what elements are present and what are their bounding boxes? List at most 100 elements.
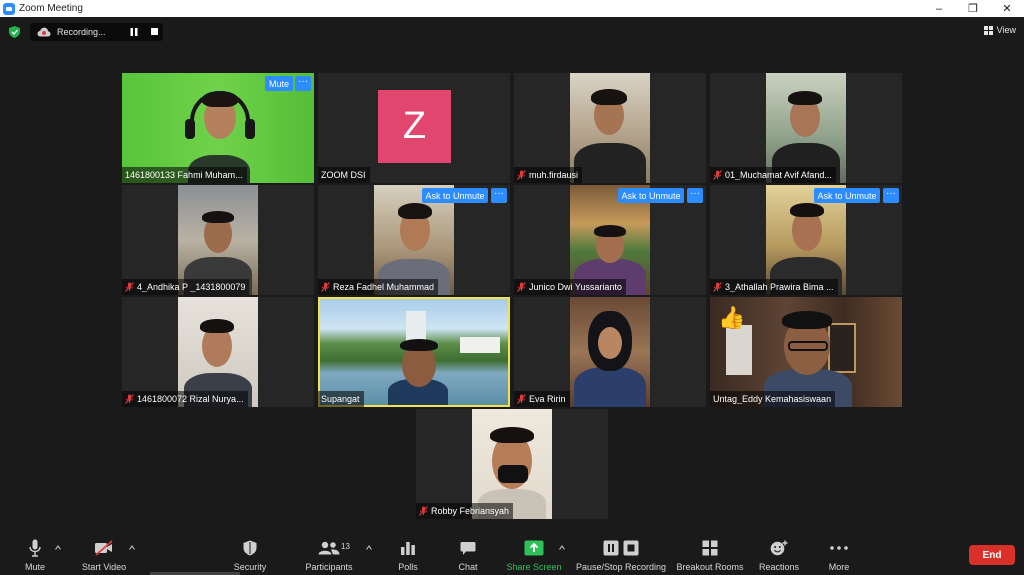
mute-options-chevron-icon[interactable] [55, 545, 61, 550]
participant-name: 4_Andhika P _1431800079 [137, 282, 246, 292]
share-options-chevron-icon[interactable] [559, 545, 565, 550]
mute-participant-button[interactable]: Mute [265, 76, 293, 91]
more-button[interactable]: More [822, 530, 856, 575]
video-tile-supangat[interactable]: Supangat [318, 297, 510, 407]
video-tile-eddy[interactable]: 👍 Untag_Eddy Kemahasiswaan [710, 297, 902, 407]
participants-label: Participants [305, 562, 353, 572]
ask-to-unmute-button[interactable]: Ask to Unmute [618, 188, 684, 203]
chat-button[interactable]: Chat [452, 530, 484, 575]
shield-check-icon[interactable] [9, 26, 20, 38]
view-button[interactable]: View [983, 25, 1016, 35]
muted-mic-icon [517, 282, 526, 292]
chat-label: Chat [458, 562, 478, 572]
pause-recording-icon[interactable] [130, 28, 138, 36]
window-title: Zoom Meeting [19, 3, 83, 14]
grid-rooms-icon [702, 540, 718, 556]
security-label: Security [233, 562, 267, 572]
minimize-icon[interactable]: – [922, 0, 956, 17]
participant-name: 1461800072 Rizal Nurya... [137, 394, 244, 404]
video-tile-zoom-dsi[interactable]: Z ZOOM DSI [318, 73, 510, 183]
bar-chart-icon [401, 542, 415, 555]
video-tile-reza[interactable]: Ask to Unmute ··· Reza Fadhel Muhammad [318, 185, 510, 295]
more-options-button[interactable]: ··· [491, 188, 507, 203]
video-tile-firdausi[interactable]: muh.firdausi [514, 73, 706, 183]
participants-count-badge: 13 [341, 542, 350, 551]
restore-icon[interactable]: ❐ [956, 0, 990, 17]
participant-name: muh.firdausi [529, 170, 579, 180]
name-tag: 4_Andhika P _1431800079 [122, 279, 250, 295]
video-tile-muchamat[interactable]: 01_Muchamat Avif Afand... [710, 73, 902, 183]
share-screen-icon [524, 540, 544, 556]
grid-view-icon [983, 25, 993, 35]
participant-name: Eva Ririn [529, 394, 566, 404]
video-tile-robby[interactable]: Robby Febriansyah [416, 409, 608, 519]
share-screen-label: Share Screen [506, 562, 562, 572]
participant-video [320, 299, 508, 405]
name-tag: 1461800133 Fahmi Muham... [122, 167, 247, 183]
ask-to-unmute-button[interactable]: Ask to Unmute [814, 188, 880, 203]
participant-name: ZOOM DSI [321, 170, 366, 180]
ellipsis-icon [830, 546, 848, 550]
name-tag: Supangat [318, 391, 364, 407]
window-titlebar: Zoom Meeting – ❐ ✕ [0, 0, 1024, 17]
participant-name: Untag_Eddy Kemahasiswaan [713, 394, 832, 404]
video-off-icon [95, 540, 113, 556]
name-tag: 01_Muchamat Avif Afand... [710, 167, 836, 183]
muted-mic-icon [321, 282, 330, 292]
cloud-recording-icon [37, 27, 51, 37]
ask-to-unmute-button[interactable]: Ask to Unmute [422, 188, 488, 203]
name-tag: Robby Febriansyah [416, 503, 514, 519]
name-tag: Junico Dwi Yussarianto [514, 279, 626, 295]
video-tile-fahmi[interactable]: Mute ··· 1461800133 Fahmi Muham... [122, 73, 314, 183]
zoom-app-icon [3, 2, 15, 15]
participant-name: Robby Febriansyah [431, 506, 510, 516]
security-button[interactable]: Security [228, 530, 272, 575]
avatar: Z [378, 90, 451, 163]
mute-button[interactable]: Mute [16, 530, 54, 575]
participant-name: 1461800133 Fahmi Muham... [125, 170, 243, 180]
participant-name: 01_Muchamat Avif Afand... [725, 170, 832, 180]
chat-bubble-icon [460, 541, 476, 555]
breakout-rooms-button[interactable]: Breakout Rooms [676, 530, 744, 575]
name-tag: Untag_Eddy Kemahasiswaan [710, 391, 836, 407]
meeting-toolbar: Mute Start Video Security Participants 1… [0, 530, 1024, 575]
name-tag: Reza Fadhel Muhammad [318, 279, 439, 295]
start-video-label: Start Video [81, 562, 127, 572]
emoji-add-icon [770, 540, 788, 556]
start-video-button[interactable]: Start Video [78, 530, 130, 575]
video-tile-rizal[interactable]: 1461800072 Rizal Nurya... [122, 297, 314, 407]
microphone-icon [29, 539, 41, 557]
stop-recording-icon[interactable] [151, 28, 158, 35]
breakout-rooms-label: Breakout Rooms [676, 562, 744, 572]
participants-options-chevron-icon[interactable] [366, 545, 372, 550]
shield-icon [243, 540, 257, 556]
meeting-topbar: Recording... View [0, 17, 1024, 47]
video-tile-eva[interactable]: Eva Ririn [514, 297, 706, 407]
polls-button[interactable]: Polls [392, 530, 424, 575]
participant-name: Reza Fadhel Muhammad [333, 282, 435, 292]
video-tile-junico[interactable]: Ask to Unmute ··· Junico Dwi Yussarianto [514, 185, 706, 295]
video-tile-athallah[interactable]: Ask to Unmute ··· 3_Athallah Prawira Bim… [710, 185, 902, 295]
share-screen-button[interactable]: Share Screen [506, 530, 562, 575]
name-tag: 3_Athallah Prawira Bima ... [710, 279, 838, 295]
participants-button[interactable]: Participants [300, 530, 358, 575]
more-options-button[interactable]: ··· [295, 76, 311, 91]
end-meeting-button[interactable]: End [969, 545, 1015, 565]
participant-video [570, 297, 650, 407]
muted-mic-icon [125, 282, 134, 292]
mute-label: Mute [24, 562, 45, 572]
more-options-button[interactable]: ··· [687, 188, 703, 203]
more-options-button[interactable]: ··· [883, 188, 899, 203]
reactions-button[interactable]: Reactions [756, 530, 802, 575]
participant-name: 3_Athallah Prawira Bima ... [725, 282, 834, 292]
muted-mic-icon [713, 282, 722, 292]
people-icon [318, 541, 340, 555]
muted-mic-icon [713, 170, 722, 180]
video-tile-andhika[interactable]: 4_Andhika P _1431800079 [122, 185, 314, 295]
name-tag: Eva Ririn [514, 391, 570, 407]
reactions-label: Reactions [758, 562, 800, 572]
close-icon[interactable]: ✕ [990, 0, 1024, 17]
video-options-chevron-icon[interactable] [129, 545, 135, 550]
pause-stop-recording-button[interactable]: Pause/Stop Recording [574, 530, 668, 575]
view-label: View [996, 25, 1016, 35]
